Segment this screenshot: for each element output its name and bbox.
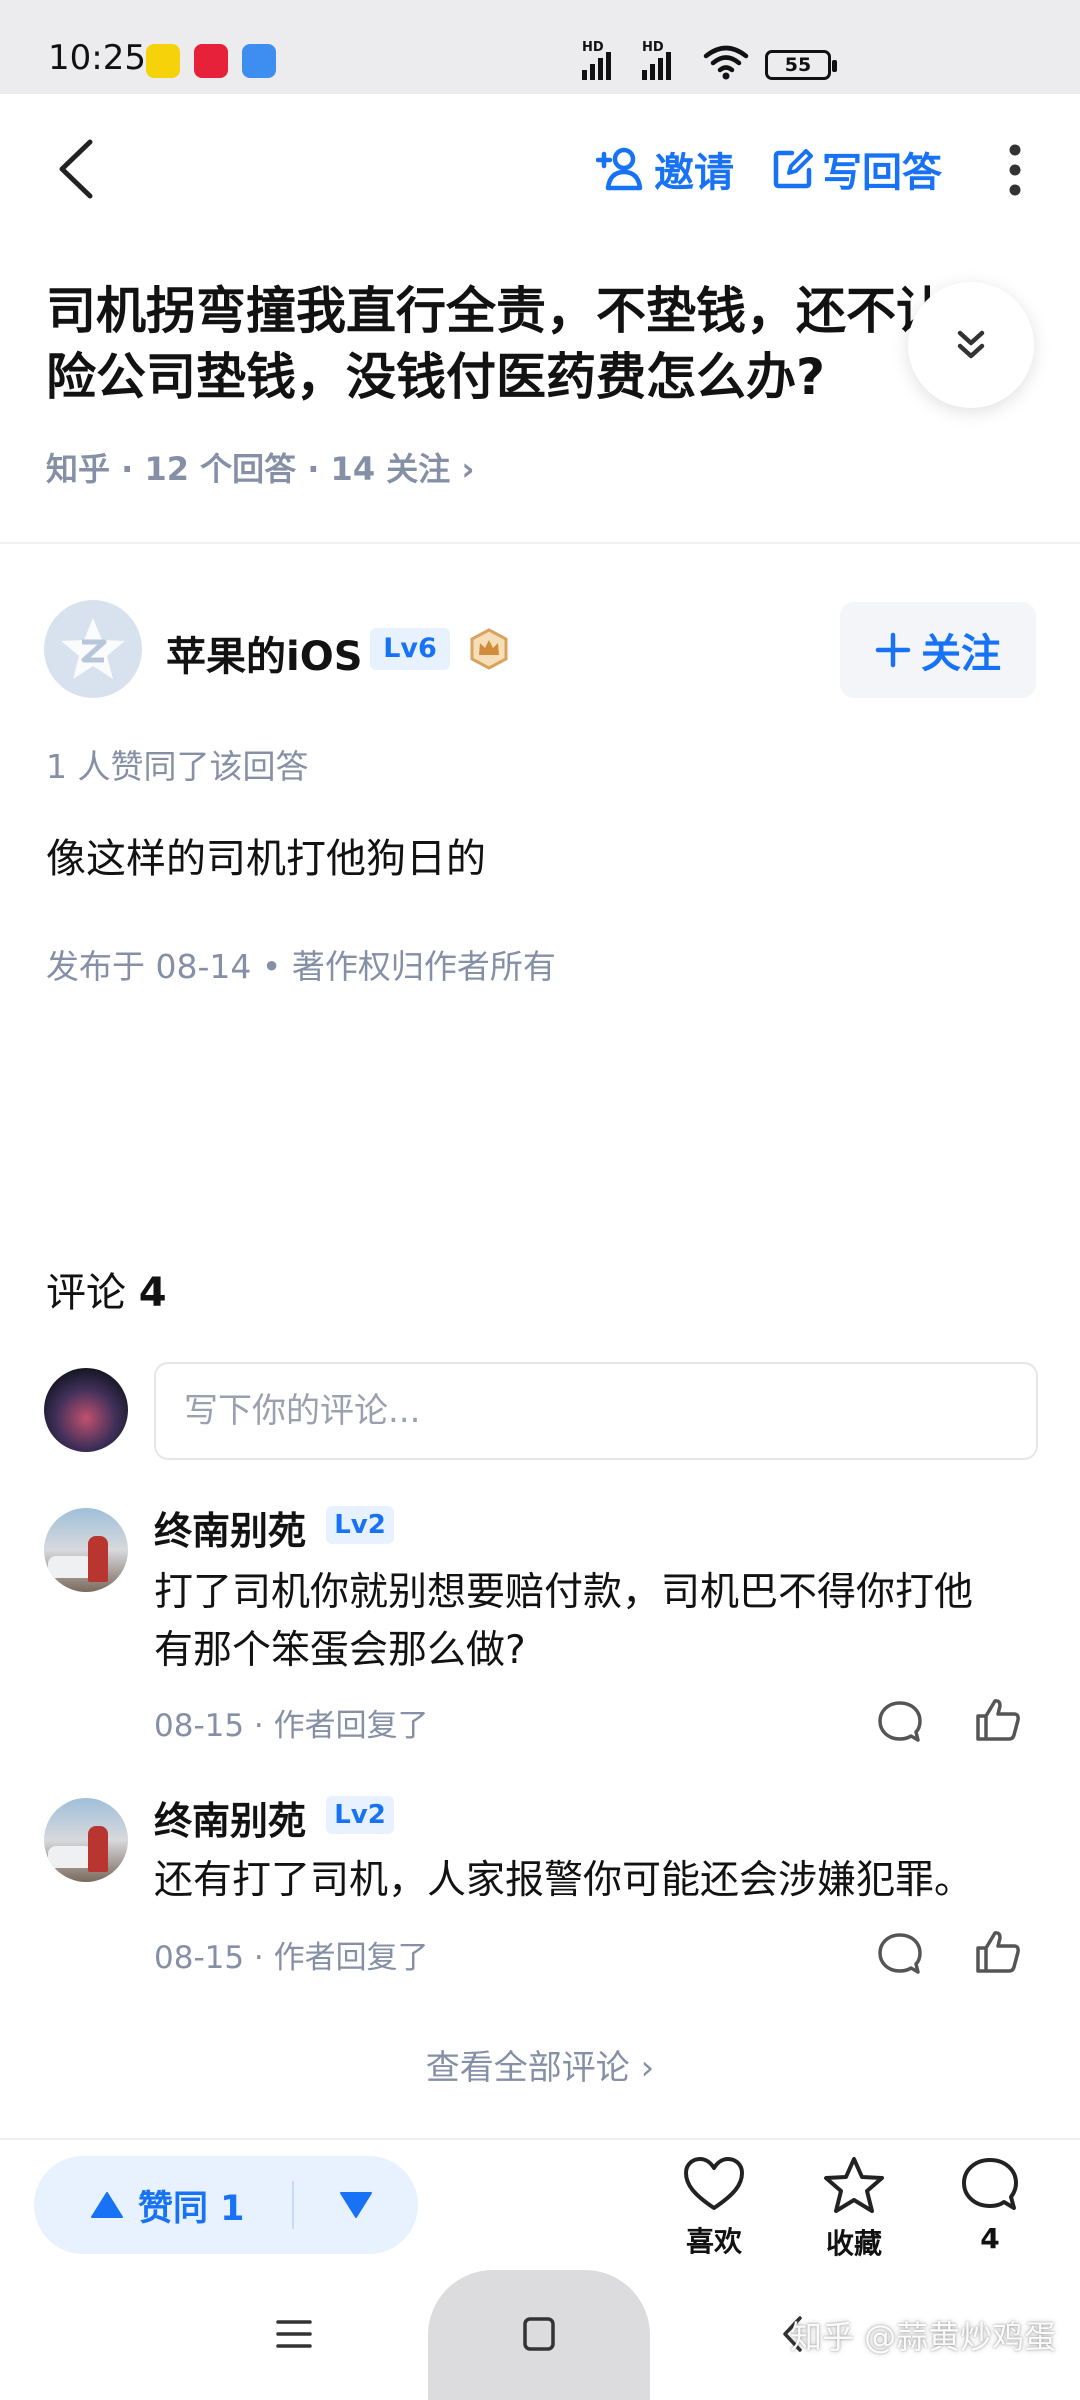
comment-input[interactable]: 写下你的评论... [154,1362,1038,1460]
comments-count: 4 [138,1270,167,1316]
plus-icon [875,632,911,668]
menu-icon[interactable] [276,2318,312,2350]
author-avatar[interactable] [44,600,142,698]
comment-button[interactable]: 4 [940,2156,1040,2255]
comment-text-line: 还有打了司机，人家报警你可能还会涉嫌犯罪。 [154,1858,974,1903]
double-chevron-down-icon [957,330,985,359]
back-icon[interactable] [50,136,106,202]
invite-button[interactable]: 邀请 [596,140,734,198]
app-notification-icon [242,44,276,78]
home-square-icon[interactable] [522,2316,556,2352]
hd-label: HD [582,40,604,55]
divider [0,2138,1080,2140]
follow-button[interactable]: 关注 [840,602,1036,698]
upvote-count-line[interactable]: 1 人赞同了该回答 [46,740,309,788]
status-bar: 10:25 HD HD 55 [0,0,1080,94]
crown-badge-icon [470,628,508,670]
default-avatar-icon [61,618,125,679]
triangle-down-icon [340,2192,372,2218]
downvote-button[interactable] [294,2191,418,2219]
comments-header: 评论 4 [46,1260,167,1318]
author-level-badge: Lv6 [370,628,450,670]
view-all-comments-link[interactable]: 查看全部评论 › [0,2040,1080,2089]
commenter-name[interactable]: 终南别苑 [154,1500,306,1555]
commenter-level-badge: Lv2 [326,1506,394,1544]
thumbs-up-icon[interactable] [974,1928,1022,1976]
wifi-icon [703,45,749,80]
invite-label: 邀请 [654,150,734,196]
author-name[interactable]: 苹果的iOS [166,624,363,682]
like-button[interactable]: 喜欢 [664,2156,764,2260]
comment-item: 终南别苑 Lv2 打了司机你就别想要赔付款，司机巴不得你打他 有那个笨蛋会那么做… [0,1500,1080,1744]
commenter-avatar[interactable] [44,1508,128,1592]
comment-item: 终南别苑 Lv2 还有打了司机，人家报警你可能还会涉嫌犯罪。 08-15 · 作… [0,1790,1080,1990]
invite-person-icon [596,147,643,191]
follow-label: 关注 [921,631,1001,677]
comment-bubble-icon [962,2158,1018,2210]
question-title-line: 险公司垫钱，没钱付医药费怎么办? [46,348,826,406]
write-answer-button[interactable]: 写回答 [772,140,942,198]
question-meta[interactable]: 知乎 · 12 个回答 · 14 关注 › [46,444,475,490]
battery-icon: 55 [765,50,837,80]
upvote-button[interactable]: 赞同 1 [34,2180,292,2231]
vote-control: 赞同 1 [34,2156,418,2254]
heart-icon [684,2157,744,2210]
question-title[interactable]: 司机拐弯撞我直行全责，不垫钱，还不让保 险公司垫钱，没钱付医药费怎么办? [46,278,1046,410]
thumbs-up-icon[interactable] [974,1696,1022,1744]
status-time: 10:25 [48,38,146,78]
comment-text-line: 有那个笨蛋会那么做? [154,1628,526,1673]
comment-meta: 08-15 · 作者回复了 [154,1708,429,1744]
comment-text: 还有打了司机，人家报警你可能还会涉嫌犯罪。 [154,1852,1034,1910]
comment-text-line: 打了司机你就别想要赔付款，司机巴不得你打他 [154,1570,974,1615]
answer-body: 像这样的司机打他狗日的 [46,836,486,882]
triangle-up-icon [91,2192,123,2218]
divider [0,542,1080,544]
more-options-icon[interactable] [1000,140,1030,200]
star-icon [824,2157,884,2213]
favorite-button[interactable]: 收藏 [804,2156,904,2262]
current-user-avatar [44,1368,128,1452]
watermark: 知乎 @蒜黄炒鸡蛋 [790,2318,1057,2356]
write-answer-label: 写回答 [822,150,942,196]
reply-icon[interactable] [876,1930,924,1978]
top-nav: 邀请 写回答 [0,94,1080,244]
publish-info: 发布于 08-14 • 著作权归作者所有 [46,947,556,986]
comment-text: 打了司机你就别想要赔付款，司机巴不得你打他 有那个笨蛋会那么做? [154,1564,1034,1680]
collapse-button[interactable] [908,282,1034,408]
favorite-label: 收藏 [825,2227,882,2260]
commenter-name[interactable]: 终南别苑 [154,1790,306,1845]
app-notification-icon [146,44,180,78]
comment-count: 4 [980,2222,1000,2255]
like-label: 喜欢 [685,2225,742,2258]
edit-icon [773,149,813,189]
commenter-level-badge: Lv2 [326,1796,394,1834]
app-notification-icon [194,44,228,78]
upvote-label: 赞同 1 [138,2188,245,2229]
question-title-line: 司机拐弯撞我直行全责，不垫钱，还不让保 [46,282,996,340]
commenter-avatar[interactable] [44,1798,128,1882]
comments-title-label: 评论 [46,1270,126,1316]
comment-meta: 08-15 · 作者回复了 [154,1940,429,1976]
hd-label: HD [642,40,664,55]
reply-icon[interactable] [876,1698,924,1746]
